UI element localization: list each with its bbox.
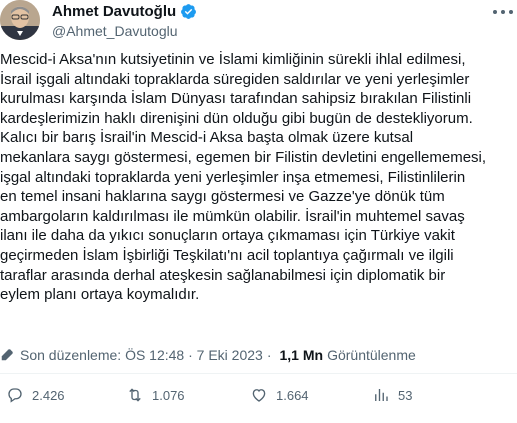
- retweet-count: 1.076: [152, 387, 185, 403]
- tweet-text-line: ambargoların kaldırılması ile mümkün ola…: [0, 207, 465, 225]
- reply-button[interactable]: 2.426: [6, 386, 65, 404]
- tweet-text-line: Mescid-i Aksa'nın kutsiyetinin ve İslami…: [0, 51, 466, 68]
- edit-clock-icon: [1, 349, 13, 361]
- tweet-text-line: kurulması karşında İslam Dünyası tarafın…: [0, 90, 472, 108]
- retweet-icon: [129, 388, 141, 402]
- retweet-button[interactable]: 1.076: [126, 386, 185, 404]
- more-icon[interactable]: [493, 4, 513, 20]
- tweet-text-line: kardeşlerimizin haklı direnişini dün old…: [0, 109, 473, 127]
- views-label: Görüntülenme: [327, 347, 416, 363]
- tweet-text-line: işgal altındaki topraklarda yeni yerleşi…: [0, 168, 466, 186]
- edited-timestamp[interactable]: Son düzenleme: ÖS 12:48 · 7 Eki 2023: [20, 347, 263, 363]
- views-icon: [375, 389, 388, 401]
- views-count: 1,1 Mn: [279, 347, 324, 363]
- tweet-text-line: mekanlara saygı göstermesi, egemen bir F…: [0, 148, 487, 166]
- like-button[interactable]: 1.664: [250, 386, 309, 404]
- tweet-text-line: eylem planı ortaya koymalıdır.: [0, 286, 200, 304]
- tweet-text-line: ilanı ile daha da yıkıcı sonuçların orta…: [0, 227, 455, 245]
- like-count: 1.664: [276, 387, 309, 403]
- tweet-text-line: en temel insani haklarına saygı gösterme…: [0, 188, 445, 206]
- tweet-meta: Son düzenleme: ÖS 12:48 · 7 Eki 2023 · 1…: [0, 345, 517, 365]
- tweet-actions: 2.426 1.076 1.664 53: [0, 386, 517, 410]
- tweet-text-line: Kalıcı bir barış İsrail'in Mescid-i Aksa…: [0, 129, 414, 147]
- reply-icon: [8, 388, 22, 403]
- author-name[interactable]: Ahmet Davutoğlu: [52, 3, 176, 20]
- tweet-text-line: taraflar arasında derhal ateşkesin sağla…: [0, 266, 446, 284]
- verified-badge-icon: [181, 4, 197, 19]
- meta-separator: ·: [266, 347, 272, 363]
- views-button[interactable]: 53: [372, 386, 412, 404]
- views-action-count: 53: [398, 387, 413, 403]
- author-handle[interactable]: @Ahmet_Davutoglu: [52, 23, 178, 39]
- tweet-text-line: geçirmeden İslam İşbirliği Teşkilatı'nı …: [0, 246, 454, 264]
- tweet-text: Mescid-i Aksa'nın kutsiyetinin ve İslami…: [0, 50, 513, 305]
- like-icon: [252, 389, 266, 402]
- avatar[interactable]: [0, 0, 40, 40]
- reply-count: 2.426: [32, 387, 65, 403]
- tweet-text-line: İsrail işgali altındaki topraklarda süre…: [0, 70, 470, 88]
- tweet-header: Ahmet Davutoğlu @Ahmet_Davutoglu: [0, 0, 517, 44]
- divider: [0, 373, 517, 374]
